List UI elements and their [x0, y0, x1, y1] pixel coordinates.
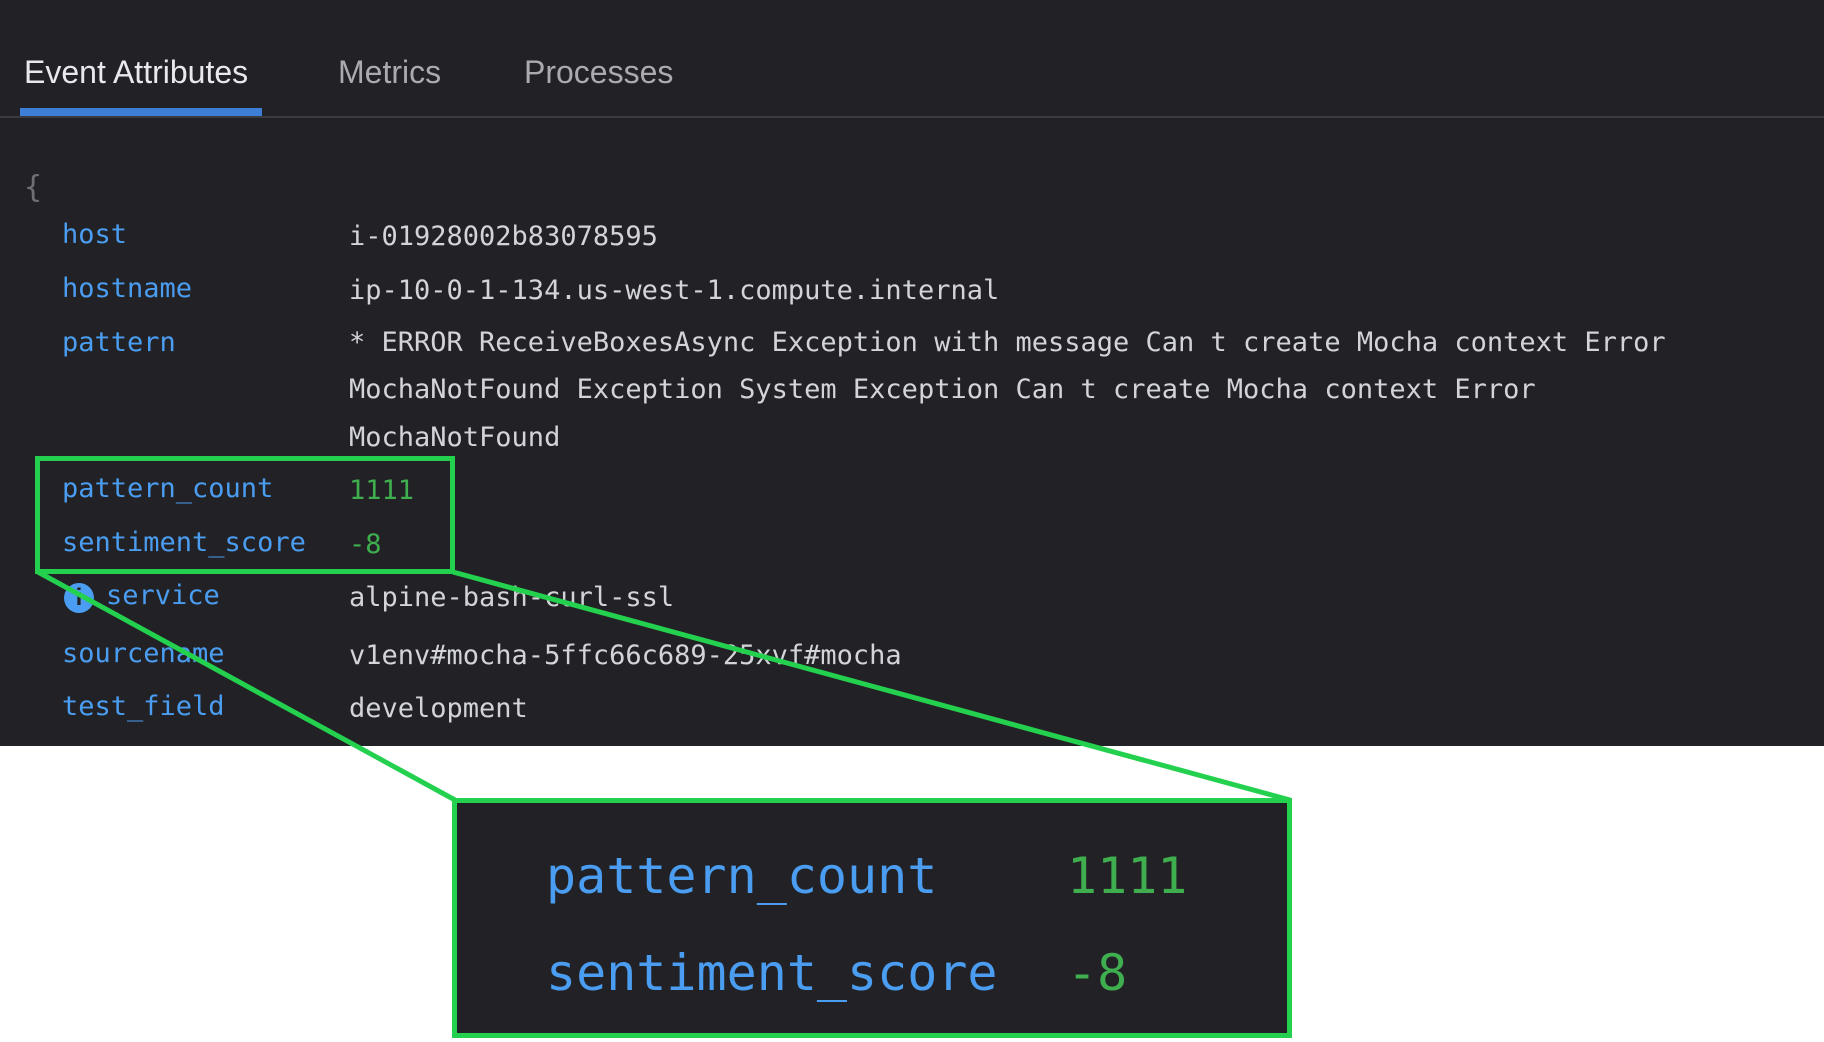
zoom-value-sentiment-score: -8: [1067, 944, 1128, 1002]
attr-value-hostname[interactable]: ip-10-0-1-134.us-west-1.compute.internal: [349, 275, 999, 306]
attr-value-service[interactable]: alpine-bash-curl-ssl: [349, 582, 674, 613]
attr-key-service[interactable]: service: [106, 580, 220, 611]
json-open-brace: {: [24, 170, 43, 205]
event-details-panel: Event Attributes Metrics Processes { hos…: [0, 0, 1824, 746]
attr-key-host[interactable]: host: [62, 219, 127, 250]
zoom-key-sentiment-score: sentiment_score: [546, 944, 998, 1002]
tab-event-attributes[interactable]: Event Attributes: [24, 54, 248, 91]
zoom-key-pattern-count: pattern_count: [546, 847, 938, 905]
attr-value-pattern-line-2[interactable]: MochaNotFound Exception System Exception…: [349, 374, 1536, 405]
attr-key-hostname[interactable]: hostname: [62, 273, 192, 304]
attr-key-test-field[interactable]: test_field: [62, 691, 225, 722]
attr-value-test-field[interactable]: development: [349, 693, 528, 724]
active-tab-indicator: [20, 108, 262, 116]
attr-key-pattern[interactable]: pattern: [62, 327, 176, 358]
info-icon[interactable]: i: [64, 583, 94, 613]
attr-value-pattern-line-1[interactable]: * ERROR ReceiveBoxesAsync Exception with…: [349, 327, 1666, 358]
attr-value-sourcename[interactable]: v1env#mocha-5ffc66c689-25xvf#mocha: [349, 640, 902, 671]
tab-processes[interactable]: Processes: [524, 54, 673, 91]
tab-bar: Event Attributes Metrics Processes: [0, 0, 1824, 118]
zoom-callout: pattern_count 1111 sentiment_score -8: [452, 798, 1292, 1038]
attr-value-host[interactable]: i-01928002b83078595: [349, 221, 658, 252]
zoom-value-pattern-count: 1111: [1067, 847, 1188, 905]
attr-value-pattern-line-3[interactable]: MochaNotFound: [349, 422, 560, 453]
tab-metrics[interactable]: Metrics: [338, 54, 441, 91]
highlight-box: [35, 456, 455, 574]
attr-key-sourcename[interactable]: sourcename: [62, 638, 225, 669]
